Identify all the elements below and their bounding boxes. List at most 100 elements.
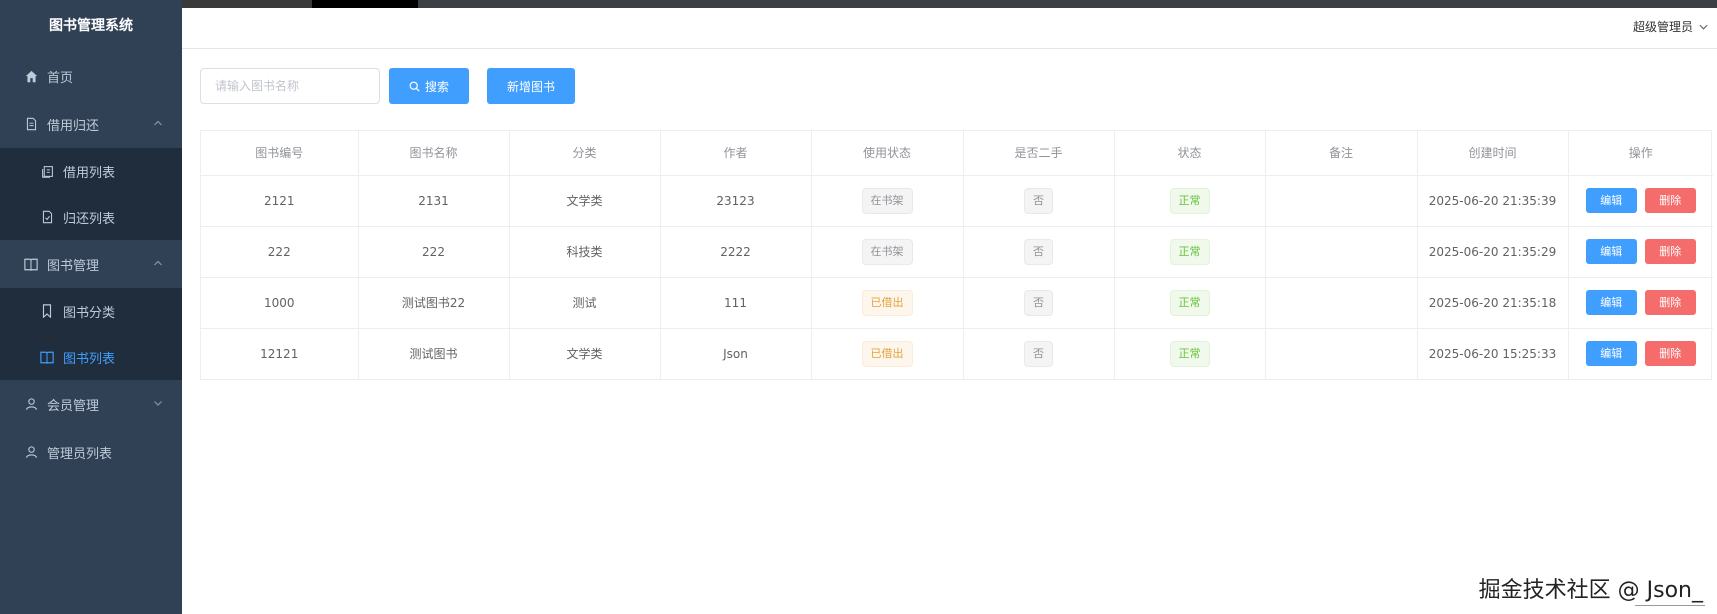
watermark-underline [1635, 605, 1705, 606]
sidebar-item-label: 会员管理 [47, 398, 100, 414]
column-header: 备注 [1265, 131, 1418, 176]
cell-status: 正常 [1114, 226, 1266, 278]
cell-note [1265, 328, 1418, 379]
top-strip-segment [312, 0, 418, 8]
cell-name: 测试图书 [358, 328, 510, 379]
cell-second-hand: 否 [963, 175, 1115, 227]
status-tag: 正常 [1169, 238, 1210, 265]
cell-id: 222 [201, 226, 359, 278]
watermark: 掘金技术社区 @ Json_ [1478, 578, 1703, 603]
cell-id: 2121 [201, 175, 359, 227]
cell-second-hand: 否 [963, 328, 1115, 379]
edit-button[interactable]: 编辑 [1585, 188, 1637, 213]
cell-use-status: 在书架 [811, 175, 964, 227]
table-header-row: 图书编号 图书名称 分类 作者 使用状态 是否二手 状态 备注 创建时间 操作 [201, 131, 1713, 176]
cell-note [1265, 175, 1418, 227]
table-row: 2121 2131 文学类 23123 在书架 否 正常 2025-06-20 … [201, 175, 1713, 227]
search-button[interactable]: 搜索 [389, 68, 469, 104]
second-hand-tag: 否 [1024, 187, 1053, 214]
sidebar-item-book-management[interactable]: 图书管理 [0, 240, 182, 288]
sidebar-item-label: 图书列表 [63, 351, 116, 367]
add-book-button[interactable]: 新增图书 [487, 68, 575, 104]
delete-button[interactable]: 删除 [1644, 341, 1696, 367]
sidebar-item-borrow-return[interactable]: 借用归还 [0, 100, 182, 148]
cell-actions: 编辑 删除 [1568, 175, 1713, 227]
column-header: 图书编号 [201, 131, 359, 176]
book-table: 图书编号 图书名称 分类 作者 使用状态 是否二手 状态 备注 创建时间 操作 … [200, 130, 1713, 380]
sidebar: 图书管理系统 首页 借用归还 借用列表 归还列表 图书管理 图书分类 图书列表 … [0, 0, 182, 614]
cell-created: 2025-06-20 21:35:18 [1417, 277, 1569, 329]
column-header: 创建时间 [1417, 131, 1569, 176]
chevron-down-icon [152, 397, 166, 411]
sidebar-item-label: 图书管理 [47, 258, 100, 274]
cell-note [1265, 277, 1418, 329]
book-open-icon [40, 350, 54, 364]
cell-category: 科技类 [509, 226, 661, 278]
cell-author: Json [660, 328, 812, 379]
cell-category: 测试 [509, 277, 661, 329]
table-row: 1000 测试图书22 测试 111 已借出 否 正常 2025-06-20 2… [201, 277, 1713, 329]
column-header: 图书名称 [358, 131, 510, 176]
delete-button[interactable]: 删除 [1644, 239, 1696, 264]
main-content: 超级管理员 搜索 新增图书 图书编号 图书名称 分类 作者 [182, 8, 1717, 614]
table-row: 222 222 科技类 2222 在书架 否 正常 2025-06-20 21:… [201, 226, 1713, 278]
cell-name: 测试图书22 [358, 277, 510, 329]
cell-category: 文学类 [509, 328, 661, 379]
sidebar-item-label: 管理员列表 [47, 446, 113, 462]
cell-id: 1000 [201, 277, 359, 329]
sidebar-item-admin-list[interactable]: 管理员列表 [0, 428, 182, 476]
cell-created: 2025-06-20 21:35:29 [1417, 226, 1569, 278]
cell-name: 2131 [358, 175, 510, 227]
edit-button[interactable]: 编辑 [1585, 290, 1637, 315]
bookmark-icon [40, 304, 54, 318]
cell-category: 文学类 [509, 175, 661, 227]
sidebar-item-member-management[interactable]: 会员管理 [0, 380, 182, 428]
column-header: 作者 [660, 131, 812, 176]
cell-name: 222 [358, 226, 510, 278]
status-tag: 正常 [1169, 187, 1210, 214]
second-hand-tag: 否 [1024, 289, 1053, 316]
user-name: 超级管理员 [1632, 20, 1693, 34]
app-title: 图书管理系统 [49, 18, 133, 34]
column-header: 状态 [1114, 131, 1266, 176]
column-header: 是否二手 [963, 131, 1115, 176]
chevron-down-icon [1699, 24, 1708, 30]
search-icon [409, 81, 420, 92]
edit-button[interactable]: 编辑 [1585, 341, 1637, 367]
sidebar-item-book-category[interactable]: 图书分类 [0, 288, 182, 334]
cell-use-status: 在书架 [811, 226, 964, 278]
cell-created: 2025-06-20 21:35:39 [1417, 175, 1569, 227]
cell-actions: 编辑 删除 [1568, 328, 1713, 379]
use-status-tag: 已借出 [861, 289, 913, 316]
use-status-tag: 在书架 [861, 187, 913, 214]
delete-button[interactable]: 删除 [1644, 188, 1696, 213]
user-icon [24, 445, 38, 459]
sidebar-item-return-list[interactable]: 归还列表 [0, 194, 182, 240]
book-icon [24, 257, 38, 271]
toolbar: 搜索 新增图书 [200, 68, 575, 104]
use-status-tag: 在书架 [861, 238, 913, 265]
cell-note [1265, 226, 1418, 278]
sidebar-item-borrow-list[interactable]: 借用列表 [0, 148, 182, 194]
search-input[interactable] [200, 68, 380, 104]
sidebar-item-book-list[interactable]: 图书列表 [0, 334, 182, 380]
cell-actions: 编辑 删除 [1568, 277, 1713, 329]
cell-second-hand: 否 [963, 226, 1115, 278]
top-strip-segment [418, 0, 1717, 8]
cell-status: 正常 [1114, 277, 1266, 329]
user-icon [24, 397, 38, 411]
sidebar-item-label: 图书分类 [63, 305, 116, 321]
cell-second-hand: 否 [963, 277, 1115, 329]
cell-use-status: 已借出 [811, 328, 964, 379]
cell-status: 正常 [1114, 328, 1266, 379]
sidebar-item-label: 归还列表 [63, 211, 116, 227]
delete-button[interactable]: 删除 [1644, 290, 1696, 315]
cell-created: 2025-06-20 15:25:33 [1417, 328, 1569, 379]
edit-button[interactable]: 编辑 [1585, 239, 1637, 264]
user-dropdown[interactable]: 超级管理员 [1633, 18, 1709, 35]
column-header: 使用状态 [811, 131, 964, 176]
document-icon [24, 117, 38, 131]
add-book-button-label: 新增图书 [506, 79, 555, 94]
sidebar-item-home[interactable]: 首页 [0, 52, 182, 100]
cell-use-status: 已借出 [811, 277, 964, 329]
